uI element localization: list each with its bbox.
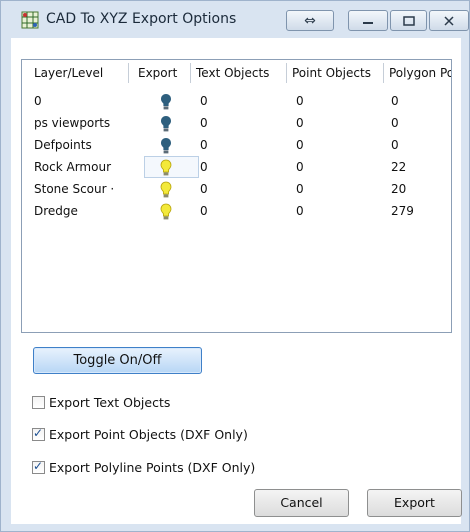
polygon-points-count: 0 <box>391 116 399 130</box>
polygon-points-count: 22 <box>391 160 407 174</box>
table-row[interactable]: 0 0 0 0 <box>22 90 451 112</box>
polygon-points-count: 279 <box>391 204 414 218</box>
export-point-objects-checkbox[interactable] <box>32 426 45 441</box>
checkbox-label: Export Polyline Points (DXF Only) <box>49 459 256 475</box>
table-row[interactable]: Dredge 0 0 279 <box>22 200 451 222</box>
cancel-button[interactable]: Cancel <box>254 489 349 517</box>
text-objects-count: 0 <box>200 138 208 152</box>
maximize-button[interactable] <box>390 10 427 31</box>
export-button[interactable]: Export <box>367 489 462 517</box>
point-objects-count: 0 <box>296 116 304 130</box>
table-row-selected[interactable]: Rock Armour 0 0 22 <box>22 156 451 178</box>
polygon-points-count: 0 <box>391 94 399 108</box>
polygon-points-count: 0 <box>391 138 399 152</box>
polygon-points-count: 20 <box>391 182 407 196</box>
table-row[interactable]: Defpoints 0 0 0 <box>22 134 451 156</box>
text-objects-count: 0 <box>200 204 208 218</box>
toggle-on-off-button[interactable]: Toggle On/Off <box>33 347 202 374</box>
export-off-bulb-icon[interactable] <box>159 115 173 133</box>
close-button[interactable] <box>429 10 469 31</box>
checkbox-label: Export Text Objects <box>49 394 171 410</box>
layer-name: Dredge <box>34 204 78 218</box>
column-header-polygon-points[interactable]: Polygon Poir <box>383 60 451 86</box>
column-header-text-objects[interactable]: Text Objects <box>190 60 288 86</box>
column-header-point-objects[interactable]: Point Objects <box>286 60 383 86</box>
export-text-objects-option[interactable]: Export Text Objects <box>32 393 170 411</box>
point-objects-count: 0 <box>296 182 304 196</box>
layer-name: Stone Scour · <box>34 182 115 196</box>
layer-name: ps viewports <box>34 116 111 130</box>
column-header-export[interactable]: Export <box>132 60 192 86</box>
text-objects-count: 0 <box>200 182 208 196</box>
close-icon <box>444 15 454 26</box>
export-polyline-points-option[interactable]: Export Polyline Points (DXF Only) <box>32 458 255 476</box>
layer-table[interactable]: Layer/Level Export Text Objects Point Ob… <box>21 59 452 333</box>
minimize-icon <box>363 21 373 24</box>
export-options-window: CAD To XYZ Export Options ⇔ Layer/Level … <box>0 0 470 532</box>
minimize-button[interactable] <box>348 10 388 31</box>
swap-arrows-icon: ⇔ <box>304 12 316 29</box>
table-header: Layer/Level Export Text Objects Point Ob… <box>22 60 451 86</box>
layer-name: 0 <box>34 94 42 108</box>
export-on-bulb-icon[interactable] <box>159 203 173 221</box>
export-off-bulb-icon[interactable] <box>159 93 173 111</box>
swap-button[interactable]: ⇔ <box>286 10 334 31</box>
point-objects-count: 0 <box>296 138 304 152</box>
export-on-bulb-icon[interactable] <box>159 181 173 199</box>
point-objects-count: 0 <box>296 160 304 174</box>
layer-name: Rock Armour <box>34 160 112 174</box>
text-objects-count: 0 <box>200 160 208 174</box>
checkbox-label: Export Point Objects (DXF Only) <box>49 426 248 442</box>
column-header-layer[interactable]: Layer/Level <box>28 60 128 86</box>
point-objects-count: 0 <box>296 94 304 108</box>
text-objects-count: 0 <box>200 116 208 130</box>
table-row[interactable]: ps viewports 0 0 0 <box>22 112 451 134</box>
point-objects-count: 0 <box>296 204 304 218</box>
title-bar[interactable]: CAD To XYZ Export Options ⇔ <box>1 1 469 37</box>
cad-grid-app-icon <box>21 11 39 29</box>
export-text-objects-checkbox[interactable] <box>32 395 45 409</box>
layer-name: Defpoints <box>34 138 92 152</box>
window-title: CAD To XYZ Export Options <box>46 11 237 27</box>
text-objects-count: 0 <box>200 94 208 108</box>
export-on-bulb-icon[interactable] <box>159 159 173 177</box>
maximize-icon <box>402 15 415 26</box>
export-off-bulb-icon[interactable] <box>159 137 173 155</box>
export-point-objects-option[interactable]: Export Point Objects (DXF Only) <box>32 425 248 443</box>
table-row[interactable]: Stone Scour · 0 0 20 <box>22 178 451 200</box>
export-polyline-points-checkbox[interactable] <box>32 459 45 474</box>
